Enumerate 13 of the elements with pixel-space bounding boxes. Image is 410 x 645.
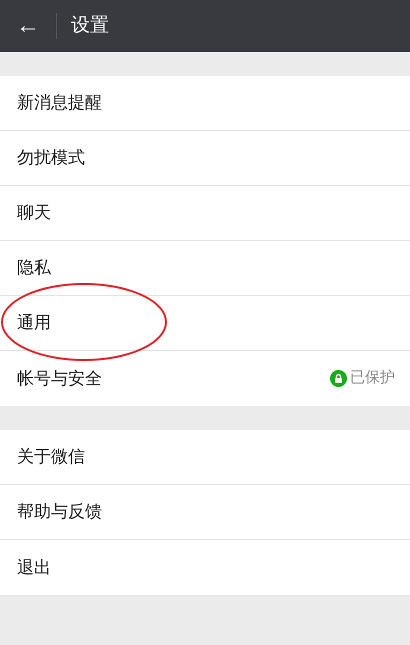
back-button[interactable]: ← bbox=[0, 8, 56, 44]
status-text: 已保护 bbox=[350, 368, 395, 388]
setting-label[interactable]: 通用 bbox=[17, 310, 51, 336]
page-title: 设置 bbox=[71, 14, 109, 38]
setting-label[interactable]: 帐号与安全 bbox=[17, 366, 102, 392]
setting-label[interactable]: 新消息提醒 bbox=[17, 90, 102, 116]
setting-label[interactable]: 退出 bbox=[17, 554, 51, 580]
setting-label[interactable]: 帮助与反馈 bbox=[17, 499, 102, 525]
setting-label[interactable]: 聊天 bbox=[17, 200, 51, 226]
setting-label[interactable]: 隐私 bbox=[17, 255, 51, 281]
setting-label[interactable]: 勿扰模式 bbox=[17, 145, 85, 171]
setting-label[interactable]: 关于微信 bbox=[17, 444, 85, 470]
lock-icon bbox=[330, 370, 347, 387]
